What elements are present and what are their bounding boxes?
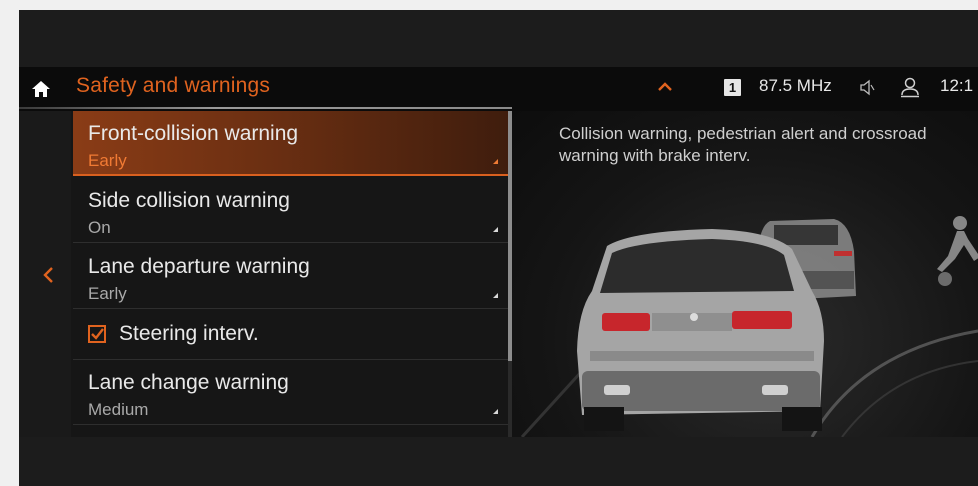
submenu-corner-icon [493,159,498,164]
menu-item-front-collision-warning[interactable]: Front-collision warning Early [73,111,508,176]
submenu-corner-icon [493,293,498,298]
radio-preset-badge: 1 [724,79,741,96]
chevron-up-icon[interactable] [657,82,673,92]
menu-item-label: Lane change warning [88,371,289,394]
page-title: Safety and warnings [76,74,271,97]
menu-item-value: On [88,218,111,237]
speaker-icon[interactable] [859,79,877,96]
title-underline [19,107,512,109]
submenu-corner-icon [493,409,498,414]
checkbox-label: Steering interv. [119,322,259,345]
info-description: Collision warning, pedestrian alert and … [559,124,927,165]
idrive-screen: Safety and warnings 1 87.5 MHz 12:1 Fron… [19,10,978,486]
info-panel: Collision warning, pedestrian alert and … [512,111,978,437]
settings-menu: Front-collision warning Early Side colli… [71,111,508,437]
bottom-bar [19,437,978,486]
menu-item-lane-change-warning[interactable]: Lane change warning Medium [73,360,508,425]
menu-item-steering-interv[interactable]: Steering interv. [73,310,508,360]
menu-item-value: Medium [88,400,149,419]
menu-item-label: Lane departure warning [88,255,310,278]
home-icon[interactable] [31,80,51,98]
checkbox-checked-icon[interactable] [88,325,106,343]
menu-item-value: Early [88,284,127,303]
radio-frequency[interactable]: 87.5 MHz [759,76,832,96]
menu-item-value: Early [88,151,127,170]
menu-item-lane-departure-warning[interactable]: Lane departure warning Early [73,244,508,309]
submenu-corner-icon [493,227,498,232]
chevron-left-icon[interactable] [42,266,54,284]
menu-item-label: Side collision warning [88,189,290,212]
profile-icon[interactable] [899,76,921,98]
car-illustration [520,216,978,437]
clock: 12:1 [940,76,974,95]
menu-item-side-collision-warning[interactable]: Side collision warning On [73,178,508,243]
menu-item-label: Front-collision warning [88,122,299,145]
